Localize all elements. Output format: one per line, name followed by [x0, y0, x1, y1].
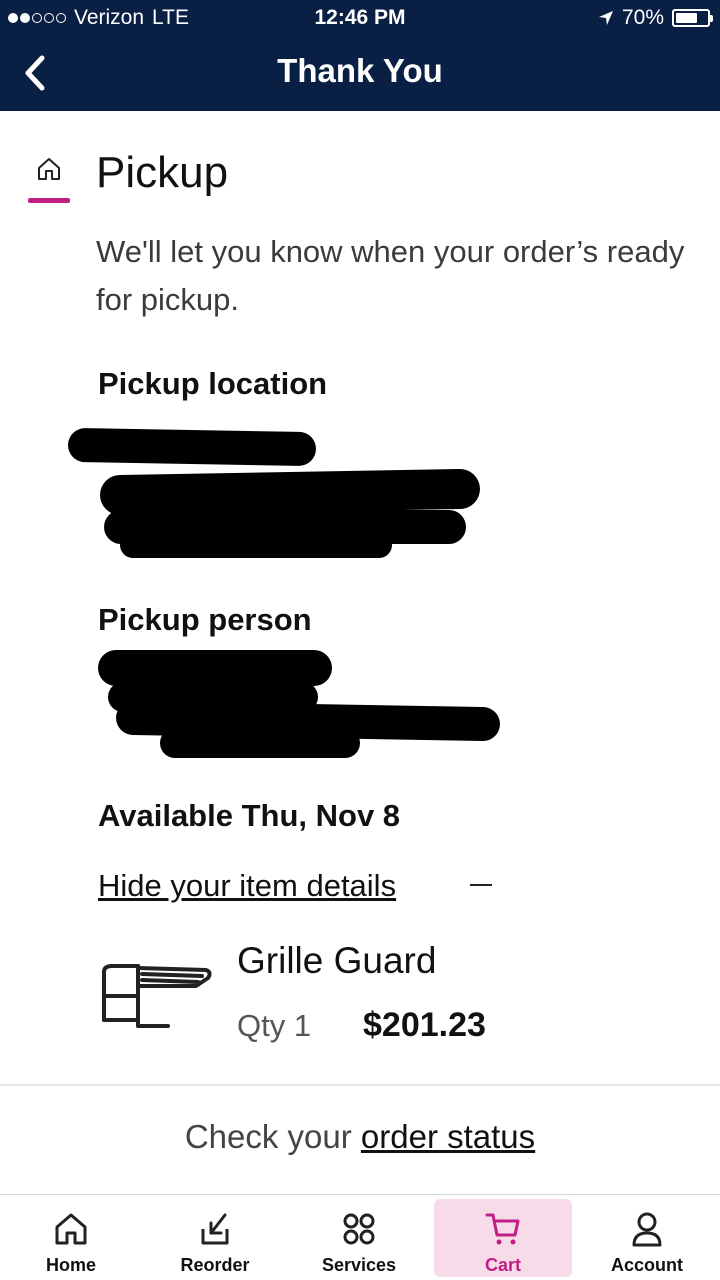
redaction-mark	[99, 468, 481, 516]
battery-fill	[676, 13, 697, 23]
order-status-link[interactable]: order status	[361, 1118, 535, 1155]
page-title: Thank You	[277, 52, 443, 89]
location-arrow-icon	[598, 11, 613, 25]
redaction-mark	[67, 427, 317, 467]
battery-percent: 70%	[621, 6, 664, 29]
home-icon	[55, 1213, 87, 1245]
tab-home[interactable]: Home	[2, 1199, 140, 1277]
item-price: $201.23	[363, 1006, 486, 1044]
tab-label: Account	[611, 1255, 683, 1275]
tab-label: Home	[45, 1255, 96, 1275]
pickup-message: We'll let you know when your order’s rea…	[96, 234, 685, 317]
pickup-location-title: Pickup location	[98, 366, 328, 401]
tab-services[interactable]: Services	[290, 1199, 428, 1277]
hide-item-details-link[interactable]: Hide your item details	[98, 868, 396, 904]
grille-guard-image	[102, 964, 212, 1028]
order-status-prefix: Check your	[184, 1118, 361, 1155]
cart-icon	[485, 1213, 520, 1245]
tab-label: Cart	[484, 1255, 521, 1275]
status-right: 70%	[598, 6, 713, 30]
tab-cart[interactable]: Cart	[434, 1199, 572, 1277]
redaction-mark	[98, 650, 332, 686]
tab-reorder[interactable]: Reorder	[146, 1199, 284, 1277]
available-date: Available Thu, Nov 8	[98, 798, 401, 833]
reorder-icon	[201, 1213, 229, 1245]
item-quantity: Qty 1	[237, 1008, 312, 1043]
tab-bar: Home Reorder Services Cart Account	[0, 1194, 720, 1280]
top-bar: Verizon LTE 12:46 PM 70% Thank You	[0, 0, 720, 111]
account-icon	[632, 1212, 662, 1247]
redaction-mark	[120, 532, 392, 558]
divider	[0, 1084, 720, 1086]
tab-label: Services	[321, 1255, 397, 1275]
tab-label: Reorder	[180, 1255, 250, 1275]
pickup-heading: Pickup	[96, 148, 229, 197]
item-name: Grille Guard	[237, 940, 437, 981]
home-icon	[38, 158, 60, 180]
pickup-person-title: Pickup person	[98, 602, 312, 637]
collapse-icon[interactable]	[470, 884, 492, 886]
section-accent	[28, 198, 70, 203]
battery-icon	[672, 9, 713, 27]
services-icon	[343, 1213, 375, 1245]
redaction-mark	[160, 728, 360, 758]
status-bar: Verizon LTE 12:46 PM 70%	[0, 0, 720, 36]
tab-account[interactable]: Account	[578, 1199, 716, 1277]
order-status-line: Check your order status	[0, 1118, 720, 1156]
